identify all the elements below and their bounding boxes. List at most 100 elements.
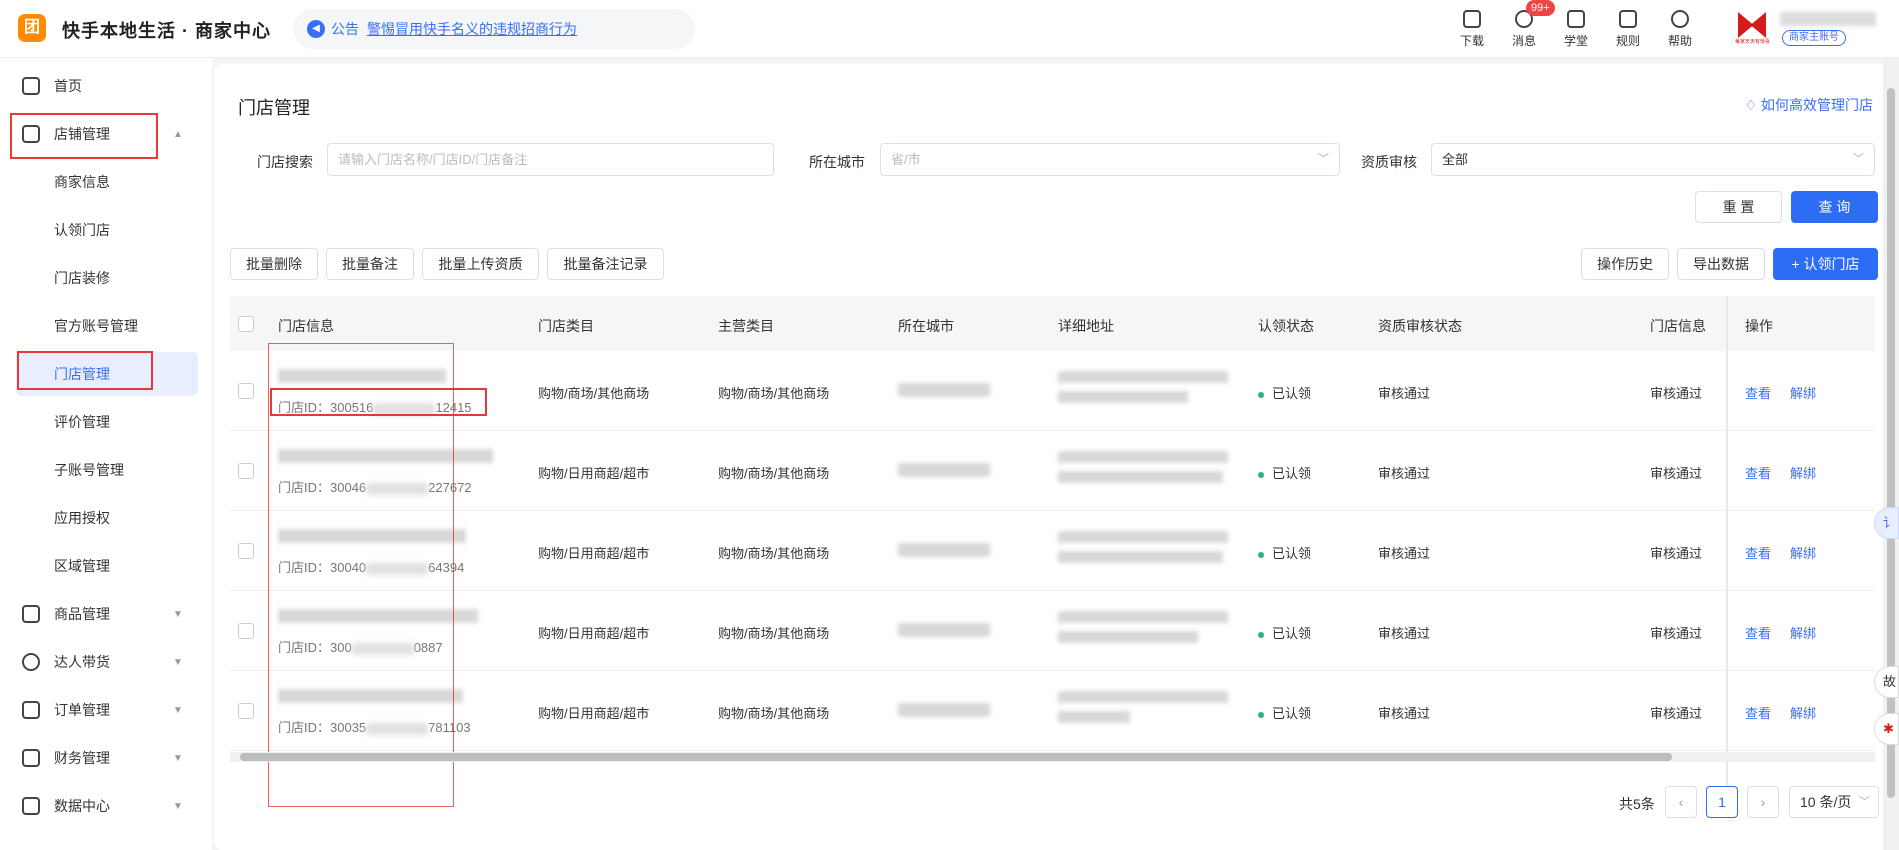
account-type-tag: 商家主账号 [1782,30,1846,46]
phone-download-icon [1463,10,1481,28]
messages-button[interactable]: 99+ 消息 [1504,0,1555,49]
store-category: 购物/商场/其他商场 [538,386,650,401]
sidebar-item-data[interactable]: 数据中心 ▼ [0,784,212,828]
row-checkbox[interactable] [238,543,254,559]
notice-bar[interactable]: ◀ 公告 警惕冒用快手名义的违规招商行为 [293,9,695,49]
sidebar-item-products[interactable]: 商品管理 ▼ [0,592,212,636]
scrollbar-thumb[interactable] [240,753,1672,761]
page-number-button[interactable]: 1 [1706,786,1738,818]
query-button[interactable]: 查 询 [1791,191,1878,223]
help-button[interactable]: 帮助 [1660,10,1700,49]
highlight-box [17,351,153,390]
row-checkbox[interactable] [238,703,254,719]
fixed-column-divider [1726,296,1728,812]
page-size-value: 10 条/页 [1800,794,1852,810]
sidebar-item-merchant-info[interactable]: 商家信息 [0,160,212,204]
academy-button[interactable]: 学堂 [1556,10,1596,49]
chevron-down-icon: ▼ [173,704,183,716]
claim-status: 已认领 [1258,703,1311,722]
floating-service-button[interactable]: 讠 [1874,507,1899,539]
sidebar-item-label: 子账号管理 [54,462,124,478]
reset-button[interactable]: 重 置 [1695,191,1782,223]
chevron-down-icon: ﹀ [1859,796,1870,808]
view-link[interactable]: 查看 [1745,543,1771,562]
column-header: 资质审核状态 [1378,318,1462,334]
unbind-link[interactable]: 解绑 [1790,543,1816,562]
batch-upload-qualification-button[interactable]: 批量上传资质 [422,248,539,280]
export-data-button[interactable]: 导出数据 [1677,248,1765,280]
sidebar-item-reviews[interactable]: 评价管理 [0,400,212,444]
row-checkbox[interactable] [238,623,254,639]
page-size-select[interactable]: 10 条/页 ﹀ [1789,786,1879,818]
city-redacted [898,623,990,637]
sidebar-item-sub-accounts[interactable]: 子账号管理 [0,448,212,492]
store-search-input[interactable]: 请输入门店名称/门店ID/门店备注 [327,143,774,176]
batch-note-button[interactable]: 批量备注 [326,248,414,280]
claim-status: 已认领 [1258,463,1311,482]
sidebar-item-store-decoration[interactable]: 门店装修 [0,256,212,300]
table-row: 门店ID：300 0887 购物/日用商超/超市 购物/商场/其他商场 已认领 审… [230,591,1875,671]
sidebar-item-influencers[interactable]: 达人带货 ▼ [0,640,212,684]
merchant-name-redacted [1780,12,1876,26]
sidebar-item-orders[interactable]: 订单管理 ▼ [0,688,212,732]
sidebar-item-label: 商家信息 [54,174,110,190]
sidebar: 首页 店铺管理 ▲ 商家信息 认领门店 门店装修 官方账号管理 门店管理 评价管… [0,58,212,850]
chevron-down-icon: ﹀ [1318,153,1329,165]
claim-store-button[interactable]: + 认领门店 [1773,248,1878,280]
row-checkbox[interactable] [238,463,254,479]
sidebar-item-label: 应用授权 [54,510,110,526]
sidebar-item-official-accounts[interactable]: 官方账号管理 [0,304,212,348]
message-count-badge: 99+ [1526,0,1555,16]
horizontal-scrollbar[interactable] [230,752,1875,762]
sidebar-item-claim-store[interactable]: 认领门店 [0,208,212,252]
city-placeholder: 省/市 [891,152,921,167]
status-dot [1258,631,1264,638]
column-header: 详细地址 [1058,318,1114,334]
view-link[interactable]: 查看 [1745,623,1771,642]
chevron-down-icon: ▼ [173,752,183,764]
messages-label: 消息 [1511,34,1536,48]
qualification-value: 全部 [1442,152,1469,167]
sidebar-item-app-auth[interactable]: 应用授权 [0,496,212,540]
rules-button[interactable]: 规则 [1608,10,1648,49]
merchant-avatar[interactable]: 每家天天有惊喜 [1735,12,1770,46]
address-redacted [1058,631,1198,643]
unbind-link[interactable]: 解绑 [1790,383,1816,402]
address-redacted [1058,551,1223,563]
sidebar-item-home[interactable]: 首页 [0,64,212,108]
total-count: 共5条 [1619,796,1655,812]
store-category: 购物/日用商超/超市 [538,706,650,721]
city-select[interactable]: 省/市 ﹀ [880,143,1340,176]
cart-icon [22,605,40,623]
unbind-link[interactable]: 解绑 [1790,703,1816,722]
qualification-select[interactable]: 全部 ﹀ [1431,143,1875,176]
download-button[interactable]: 下载 [1452,10,1492,49]
help-link[interactable]: ♢ 如何高效管理门店 [1745,95,1873,115]
unbind-link[interactable]: 解绑 [1790,623,1816,642]
store-category: 购物/日用商超/超市 [538,466,650,481]
floating-feedback-button[interactable]: 故 [1874,666,1899,698]
select-all-checkbox[interactable] [238,316,254,332]
row-checkbox[interactable] [238,383,254,399]
chevron-down-icon: ▼ [173,656,183,668]
city-redacted [898,543,990,557]
order-icon [22,701,40,719]
store-info-status: 审核通过 [1650,386,1703,401]
view-link[interactable]: 查看 [1745,383,1771,402]
table-header: 门店信息 门店类目 主营类目 所在城市 详细地址 认领状态 资质审核状态 门店信… [230,296,1875,351]
brand-logo-icon [1738,12,1766,38]
column-header: 认领状态 [1258,318,1314,334]
prev-page-button[interactable]: ‹ [1665,786,1697,818]
view-link[interactable]: 查看 [1745,703,1771,722]
next-page-button[interactable]: › [1747,786,1779,818]
floating-assistant-icon[interactable]: ✱ [1874,713,1899,745]
batch-delete-button[interactable]: 批量删除 [230,248,318,280]
sidebar-item-finance[interactable]: 财务管理 ▼ [0,736,212,780]
unbind-link[interactable]: 解绑 [1790,463,1816,482]
notice-link[interactable]: 警惕冒用快手名义的违规招商行为 [367,19,577,39]
batch-note-log-button[interactable]: 批量备注记录 [547,248,664,280]
address-redacted [1058,471,1223,483]
operation-history-button[interactable]: 操作历史 [1581,248,1669,280]
view-link[interactable]: 查看 [1745,463,1771,482]
sidebar-item-regions[interactable]: 区域管理 [0,544,212,588]
